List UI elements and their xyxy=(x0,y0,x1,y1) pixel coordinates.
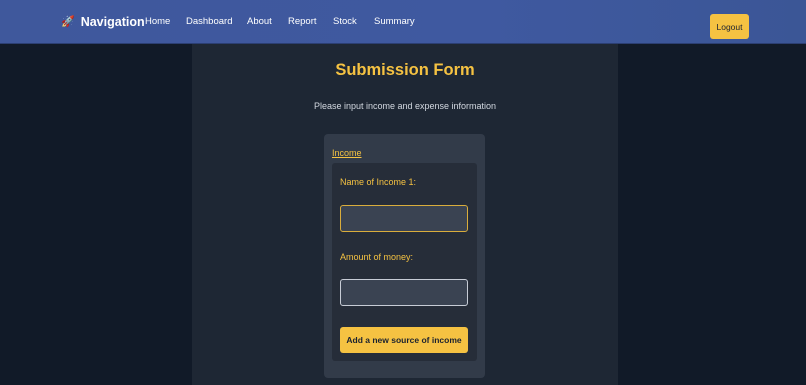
nav-links: Home Dashboard About Report Stock Summar… xyxy=(0,16,806,30)
nav-link-stock[interactable]: Stock xyxy=(333,16,357,27)
form-instructions: Please input income and expense informat… xyxy=(313,101,497,111)
top-navbar: 🚀 Navigation Home Dashboard About Report… xyxy=(0,0,806,44)
add-income-source-button[interactable]: Add a new source of income xyxy=(340,327,468,353)
logout-button[interactable]: Logout xyxy=(710,14,749,39)
nav-link-dashboard[interactable]: Dashboard xyxy=(186,16,232,27)
nav-link-summary[interactable]: Summary xyxy=(374,16,415,27)
nav-link-report[interactable]: Report xyxy=(288,16,317,27)
form-panel: Submission Form Please input income and … xyxy=(192,44,618,385)
nav-link-about[interactable]: About xyxy=(247,16,272,27)
income-name-label: Name of Income 1: xyxy=(340,177,417,187)
income-entry: Name of Income 1: Amount of money: Add a… xyxy=(332,163,477,361)
income-section-link[interactable]: Income xyxy=(332,148,362,158)
page-title: Submission Form xyxy=(335,61,475,79)
amount-label: Amount of money: xyxy=(340,252,414,262)
amount-input[interactable] xyxy=(340,279,468,306)
nav-link-home[interactable]: Home xyxy=(145,16,170,27)
income-card: Income Name of Income 1: Amount of money… xyxy=(324,134,485,378)
income-name-input[interactable] xyxy=(340,205,468,232)
